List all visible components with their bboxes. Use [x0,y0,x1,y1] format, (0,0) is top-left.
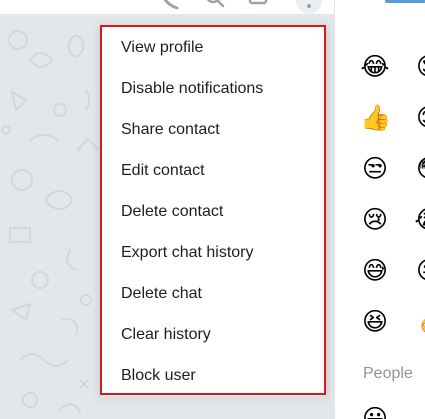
partial-emoji-icon[interactable]: 😜 [414,256,425,286]
chat-context-menu: View profile Disable notifications Share… [100,25,326,395]
menu-item-export-chat-history[interactable]: Export chat history [102,232,324,273]
search-icon[interactable] [205,0,225,10]
menu-item-clear-history[interactable]: Clear history [102,314,324,355]
thumbs-up-icon[interactable]: 👍 [360,103,391,133]
partial-emoji-icon[interactable]: 👌 [414,307,425,337]
menu-item-view-profile[interactable]: View profile [102,27,324,68]
chat-header [0,0,334,14]
partial-emoji-icon[interactable]: 😭 [414,205,425,235]
emoji-tab-bar [335,0,425,4]
menu-shadow [100,395,326,401]
unamused-face-icon[interactable]: 😒 [360,154,390,184]
emoji-tab-active-indicator[interactable] [385,0,425,3]
emoji-panel: 😂 👍 😒 😢 😅 😆 😍 😊 😳 😭 😜 👌 People 😀 [334,0,425,419]
partial-emoji-icon[interactable]: 😊 [414,103,425,133]
partial-emoji-icon[interactable]: 😳 [414,154,425,184]
partial-emoji-icon[interactable]: 😀 [360,404,390,419]
crying-face-icon[interactable]: 😢 [360,205,390,235]
menu-item-delete-contact[interactable]: Delete contact [102,191,324,232]
menu-item-share-contact[interactable]: Share contact [102,109,324,150]
more-options-icon[interactable] [296,0,322,14]
phone-icon[interactable] [160,0,180,10]
sidebar-toggle-icon[interactable] [248,0,268,10]
grinning-squinting-face-icon[interactable]: 😆 [360,307,390,337]
menu-item-edit-contact[interactable]: Edit contact [102,150,324,191]
menu-item-delete-chat[interactable]: Delete chat [102,273,324,314]
grinning-face-with-sweat-icon[interactable]: 😅 [360,256,390,286]
menu-item-block-user[interactable]: Block user [102,355,324,396]
partial-emoji-icon[interactable]: 😍 [414,52,425,82]
emoji-section-label: People [363,365,413,382]
menu-item-disable-notifications[interactable]: Disable notifications [102,68,324,109]
face-with-tears-of-joy-icon[interactable]: 😂 [360,52,390,82]
